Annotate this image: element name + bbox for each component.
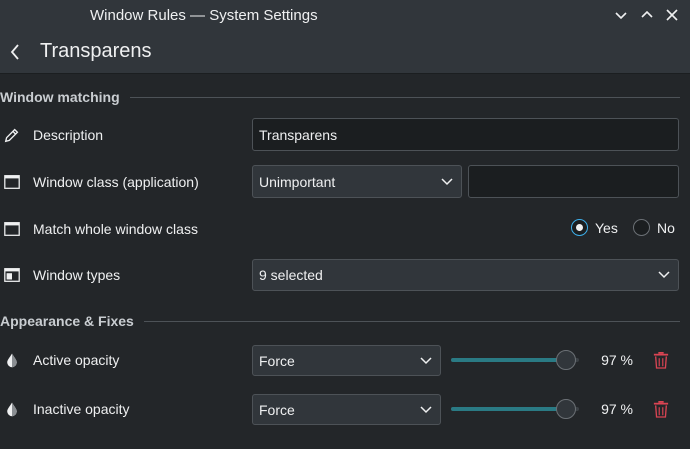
chevron-down-icon xyxy=(615,12,627,20)
slider-handle[interactable] xyxy=(556,350,576,370)
inactive-opacity-slider[interactable] xyxy=(451,399,579,419)
chevron-down-icon xyxy=(658,271,670,279)
combo-value: Unimportant xyxy=(259,173,336,190)
divider xyxy=(143,320,680,322)
window-title: Window Rules — System Settings xyxy=(90,7,318,24)
active-opacity-label: Active opacity xyxy=(33,352,120,368)
maximize-button[interactable] xyxy=(638,6,656,24)
page-header: Transparens xyxy=(0,31,690,74)
description-field[interactable] xyxy=(252,118,679,151)
radio-no[interactable]: No xyxy=(633,219,675,236)
window-class-field[interactable] xyxy=(468,165,679,198)
window-icon xyxy=(2,219,22,239)
chevron-up-icon xyxy=(641,10,653,18)
description-label: Description xyxy=(33,127,104,143)
chevron-down-icon xyxy=(420,405,432,413)
radio-indicator xyxy=(571,219,588,236)
pencil-icon xyxy=(2,125,22,145)
radio-label: Yes xyxy=(595,219,618,236)
droplet-icon xyxy=(2,350,22,370)
slider-fill xyxy=(451,358,566,362)
combo-value: Force xyxy=(259,352,295,369)
radio-indicator xyxy=(633,219,650,236)
section-title: Appearance & Fixes xyxy=(0,313,134,329)
window-types-label: Window types xyxy=(33,267,121,283)
divider xyxy=(129,96,680,98)
window-class-label: Window class (application) xyxy=(33,174,199,190)
chevron-down-icon xyxy=(420,356,432,364)
close-icon xyxy=(666,9,678,21)
radio-label: No xyxy=(657,219,675,236)
chevron-down-icon xyxy=(441,177,453,185)
inactive-opacity-label: Inactive opacity xyxy=(33,401,130,417)
slider-fill xyxy=(451,407,566,411)
slider-handle[interactable] xyxy=(556,399,576,419)
match-whole-label: Match whole window class xyxy=(33,221,198,237)
window-types-combo[interactable]: 9 selected xyxy=(252,259,679,291)
section-window-matching: Window matching xyxy=(0,86,690,108)
active-opacity-value: 97 % xyxy=(601,352,633,368)
trash-icon xyxy=(653,401,669,418)
close-button[interactable] xyxy=(663,6,681,24)
section-appearance-fixes: Appearance & Fixes xyxy=(0,310,690,332)
chevron-left-icon xyxy=(10,44,19,60)
combo-value: Force xyxy=(259,401,295,418)
radio-yes[interactable]: Yes xyxy=(571,219,618,236)
inactive-opacity-value: 97 % xyxy=(601,401,633,417)
section-title: Window matching xyxy=(0,89,120,105)
window-icon xyxy=(2,172,22,192)
window-titlebar[interactable]: Window Rules — System Settings xyxy=(0,0,690,31)
inactive-opacity-policy-combo[interactable]: Force xyxy=(252,394,441,425)
active-opacity-slider[interactable] xyxy=(451,350,579,370)
combo-value: 9 selected xyxy=(259,267,323,283)
active-opacity-policy-combo[interactable]: Force xyxy=(252,345,441,376)
back-button[interactable] xyxy=(5,41,25,63)
delete-inactive-opacity-button[interactable] xyxy=(652,399,670,419)
window-types-icon xyxy=(2,265,22,285)
page-title: Transparens xyxy=(40,40,152,62)
droplet-icon xyxy=(2,399,22,419)
minimize-button[interactable] xyxy=(612,6,630,24)
delete-active-opacity-button[interactable] xyxy=(652,350,670,370)
window-class-match-combo[interactable]: Unimportant xyxy=(252,165,462,198)
trash-icon xyxy=(653,352,669,369)
